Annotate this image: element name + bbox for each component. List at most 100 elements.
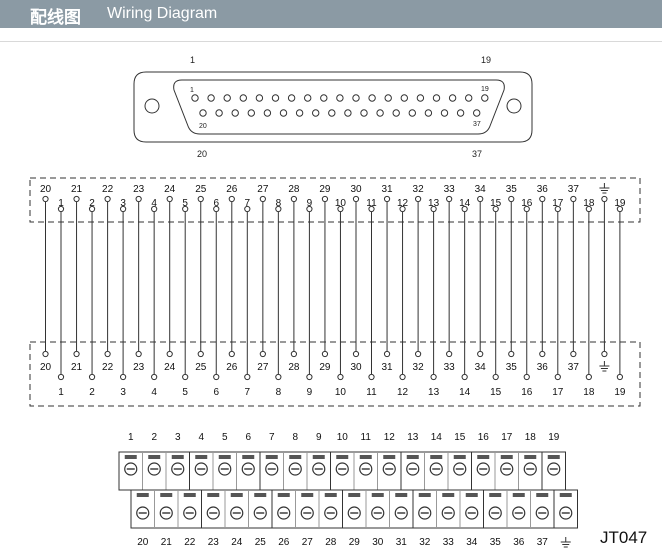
wire-bottom-label-11: 11 (366, 387, 377, 398)
wire-bottom-label-33: 33 (444, 362, 456, 373)
wire-top-label-21: 21 (71, 184, 83, 195)
connector-pin-8 (304, 94, 312, 102)
connector-pin-27 (312, 109, 320, 117)
connector-pin-3 (223, 94, 231, 102)
connector-inner-label-19: 19 (481, 86, 489, 93)
wire-pin-26 (228, 195, 235, 358)
mounting-hole-right (506, 98, 522, 114)
terminal-label-33: 33 (443, 537, 455, 548)
connector-pin-15 (416, 94, 425, 102)
connector-pin-20 (199, 109, 207, 117)
connector-pin-32 (392, 109, 400, 117)
connector-shell (133, 71, 533, 143)
wire-top-label-15: 15 (490, 198, 502, 209)
wire-top-label-28: 28 (288, 184, 300, 195)
wire-bottom-label-21: 21 (71, 362, 83, 373)
connector-pin-26 (295, 109, 304, 117)
terminal-label-20: 20 (137, 537, 149, 548)
wire-pin-5 (182, 205, 189, 381)
wire-pin-16 (523, 205, 530, 381)
terminal-1 (124, 455, 138, 476)
connector-face (173, 79, 505, 135)
wire-bottom-label-32: 32 (413, 362, 425, 373)
wire-bottom-label-24: 24 (164, 362, 176, 373)
model-code: JT047 (600, 528, 648, 547)
connector-label-1: 1 (190, 55, 195, 65)
connector-pin-33 (408, 109, 416, 117)
terminal-label-7: 7 (269, 432, 275, 443)
connector-pin-17 (448, 94, 457, 102)
connector-label-37: 37 (472, 149, 482, 159)
wire-top-label-11: 11 (366, 198, 377, 209)
terminal-label-30: 30 (372, 537, 384, 548)
wire-bottom-label-31: 31 (381, 362, 393, 373)
wire-top-label-16: 16 (521, 198, 533, 209)
connector-pin-21 (215, 109, 223, 117)
wire-bottom-label-25: 25 (195, 362, 207, 373)
terminal-label-10: 10 (337, 432, 349, 443)
terminal-label-34: 34 (466, 537, 478, 548)
wire-pin-13 (430, 205, 437, 381)
ground-icon (599, 361, 610, 372)
wiring-diagram: 1 19 20 37 1 19 20 37 112233445566778899… (29, 55, 641, 548)
wire-pin-14 (461, 205, 468, 381)
db37-connector: 1 19 20 37 1 19 20 37 (133, 55, 533, 159)
wire-bottom-label-19: 19 (614, 387, 626, 398)
wire-bottom-label-8: 8 (276, 387, 282, 398)
connector-pin-30 (360, 109, 368, 117)
wire-bottom-label-10: 10 (335, 387, 347, 398)
wire-top-label-12: 12 (397, 198, 409, 209)
wire-pin-35 (508, 195, 515, 358)
wire-top-label-4: 4 (151, 198, 157, 209)
wire-pin-29 (321, 195, 329, 358)
wire-bottom-label-7: 7 (245, 387, 251, 398)
wire-top-label-33: 33 (444, 184, 456, 195)
connector-pin-28 (328, 109, 336, 117)
wire-top-label-25: 25 (195, 184, 207, 195)
connector-inner-label-20: 20 (199, 123, 207, 130)
wire-bottom-label-36: 36 (537, 362, 549, 373)
terminal-label-28: 28 (325, 537, 337, 548)
connector-inner-label-1: 1 (190, 87, 194, 94)
connector-pin-31 (376, 109, 384, 117)
wire-top-label-35: 35 (506, 184, 518, 195)
wire-top-label-9: 9 (307, 198, 313, 209)
connector-pin-37 (473, 109, 481, 117)
wire-pin-28 (290, 195, 297, 358)
wire-top-label-6: 6 (213, 198, 219, 209)
terminal-label-11: 11 (361, 432, 372, 443)
wire-pin-7 (244, 205, 251, 381)
wire-bottom-label-27: 27 (257, 362, 269, 373)
terminal-label-1: 1 (128, 432, 134, 443)
connector-label-20: 20 (197, 149, 207, 159)
wire-bottom-label-18: 18 (583, 387, 595, 398)
wire-bottom-label-28: 28 (288, 362, 300, 373)
connector-pin-16 (432, 94, 441, 102)
connector-pin-25 (279, 109, 288, 117)
wire-bottom-label-16: 16 (521, 387, 533, 398)
connector-pin-34 (424, 109, 433, 117)
connector-pin-18 (465, 94, 473, 102)
terminal-label-24: 24 (231, 537, 243, 548)
terminal-label-8: 8 (292, 432, 298, 443)
wire-top-label-22: 22 (102, 184, 114, 195)
wire-top-label-31: 31 (381, 184, 393, 195)
connector-pin-35 (440, 109, 449, 117)
wire-label-group: 1122334455667788991010111112121313141415… (40, 183, 626, 398)
wire-pin-10 (337, 205, 344, 381)
terminal-label-4: 4 (198, 432, 204, 443)
wire-bottom-label-37: 37 (568, 362, 580, 373)
terminal-label-36: 36 (513, 537, 525, 548)
wire-bottom-label-3: 3 (120, 387, 126, 398)
wire-top-label-18: 18 (583, 198, 595, 209)
terminal-label-15: 15 (454, 432, 466, 443)
terminal-label-5: 5 (222, 432, 228, 443)
wire-top-label-1: 1 (58, 198, 64, 209)
terminal-label-29: 29 (349, 537, 361, 548)
connector-pin-22 (231, 109, 239, 117)
wire-top-label-20: 20 (40, 184, 52, 195)
terminal-label-21: 21 (161, 537, 173, 548)
wire-pin-20 (42, 195, 49, 358)
wire-pin-17 (554, 205, 561, 381)
terminal-label-18: 18 (525, 432, 537, 443)
